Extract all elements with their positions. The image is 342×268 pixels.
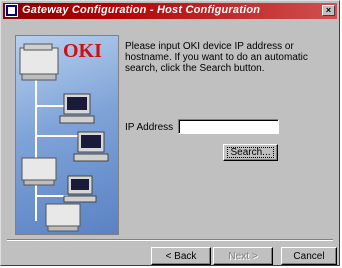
instruction-text: Please input OKI device IP address or ho… bbox=[125, 41, 308, 74]
printer-top-icon bbox=[19, 43, 59, 81]
ip-address-input[interactable] bbox=[178, 119, 279, 134]
printer-icon bbox=[21, 157, 57, 186]
next-button[interactable]: Next > bbox=[213, 247, 273, 265]
computer-icon bbox=[59, 93, 95, 124]
oki-logo: OKI bbox=[63, 40, 102, 62]
printer-icon bbox=[45, 203, 81, 232]
computer-icon bbox=[73, 131, 109, 162]
separator-line bbox=[7, 239, 333, 241]
window-title: Gateway Configuration - Host Configurati… bbox=[22, 4, 261, 16]
dialog-window: Gateway Configuration - Host Configurati… bbox=[0, 0, 340, 266]
app-icon bbox=[5, 4, 18, 17]
focus-rect bbox=[227, 147, 274, 158]
network-illustration: OKI bbox=[15, 35, 119, 235]
back-button[interactable]: < Back bbox=[151, 247, 211, 265]
title-bar[interactable]: Gateway Configuration - Host Configurati… bbox=[3, 3, 337, 19]
cancel-button[interactable]: Cancel bbox=[281, 247, 337, 265]
search-button[interactable]: Search... bbox=[223, 144, 278, 161]
ip-address-label: IP Address bbox=[125, 122, 174, 133]
network-diagram-image bbox=[19, 43, 109, 232]
close-icon[interactable]: × bbox=[322, 5, 335, 16]
computer-icon bbox=[63, 175, 97, 203]
